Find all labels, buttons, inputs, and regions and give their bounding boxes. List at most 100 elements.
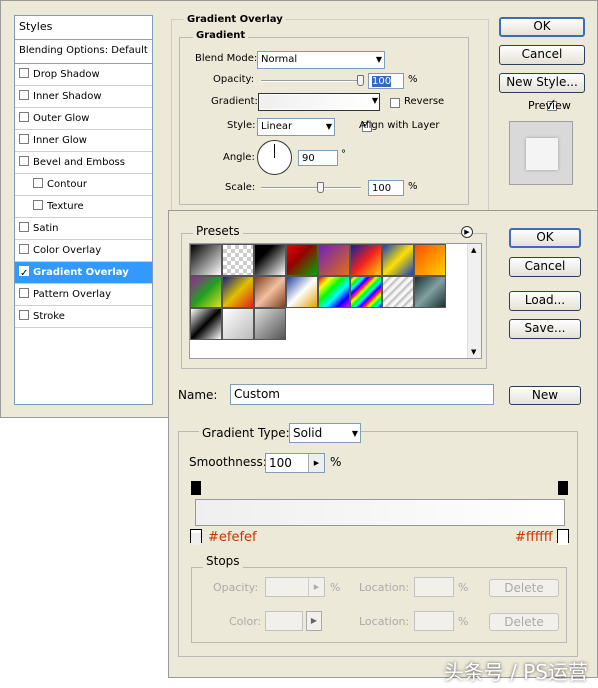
opacity-input[interactable]: 100 bbox=[368, 73, 404, 89]
right-color-stop-fill bbox=[558, 533, 568, 545]
style-checkbox[interactable] bbox=[19, 112, 29, 122]
preset-swatch[interactable] bbox=[190, 276, 222, 308]
gradient-type-label: Gradient Type: bbox=[199, 426, 293, 440]
right-color-stop[interactable] bbox=[557, 529, 569, 545]
blend-mode-select[interactable]: Normal ▼ bbox=[257, 51, 385, 69]
gradient-picker[interactable]: ▼ bbox=[258, 93, 380, 111]
style-item-inner-shadow[interactable]: Inner Shadow bbox=[15, 86, 152, 108]
left-opacity-stop[interactable] bbox=[191, 481, 201, 495]
stop-opacity-label: Opacity: bbox=[213, 581, 259, 594]
style-checkbox[interactable] bbox=[19, 310, 29, 320]
preset-swatch[interactable] bbox=[382, 276, 414, 308]
style-item-texture[interactable]: Texture bbox=[15, 196, 152, 218]
style-checkbox[interactable] bbox=[19, 288, 29, 298]
stop-color-menu-icon[interactable]: ▶ bbox=[306, 611, 322, 631]
preset-swatch[interactable] bbox=[222, 244, 254, 276]
style-checkbox[interactable] bbox=[19, 263, 29, 285]
save-button[interactable]: Save... bbox=[509, 319, 581, 339]
delete-color-stop-button[interactable]: Delete bbox=[489, 613, 559, 631]
style-checkbox[interactable] bbox=[19, 222, 29, 232]
style-item-drop-shadow[interactable]: Drop Shadow bbox=[15, 64, 152, 86]
style-item-stroke[interactable]: Stroke bbox=[15, 306, 152, 328]
preset-swatch[interactable] bbox=[414, 276, 446, 308]
preset-swatch[interactable] bbox=[382, 244, 414, 276]
style-item-label: Color Overlay bbox=[33, 245, 102, 256]
style-checkbox[interactable] bbox=[33, 200, 43, 210]
preset-swatch[interactable] bbox=[286, 244, 318, 276]
gradient-bar[interactable] bbox=[195, 499, 565, 526]
cancel-button[interactable]: Cancel bbox=[499, 45, 585, 65]
preset-swatch[interactable] bbox=[414, 244, 446, 276]
preset-swatch[interactable] bbox=[318, 244, 350, 276]
style-checkbox[interactable] bbox=[19, 134, 29, 144]
chevron-down-icon: ▼ bbox=[351, 429, 358, 438]
left-color-stop[interactable] bbox=[190, 529, 202, 545]
stop-opacity-location-input[interactable] bbox=[414, 577, 454, 597]
opacity-slider-track[interactable] bbox=[261, 80, 361, 82]
preset-swatch[interactable] bbox=[190, 308, 222, 340]
style-checkbox[interactable] bbox=[33, 178, 43, 188]
style-item-bevel-and-emboss[interactable]: Bevel and Emboss bbox=[15, 152, 152, 174]
stop-color-swatch[interactable] bbox=[265, 611, 303, 631]
left-color-stop-fill bbox=[191, 533, 201, 545]
ok-button[interactable]: OK bbox=[509, 228, 581, 248]
opacity-slider-thumb[interactable] bbox=[357, 75, 364, 86]
preset-swatch[interactable] bbox=[254, 308, 286, 340]
new-style-button[interactable]: New Style... bbox=[499, 73, 585, 93]
ok-button[interactable]: OK bbox=[499, 17, 585, 37]
preset-swatch[interactable] bbox=[350, 276, 382, 308]
preset-swatch[interactable] bbox=[318, 276, 350, 308]
cancel-button[interactable]: Cancel bbox=[509, 257, 581, 277]
style-checkbox[interactable] bbox=[19, 244, 29, 254]
style-item-contour[interactable]: Contour bbox=[15, 174, 152, 196]
style-checkbox[interactable] bbox=[19, 68, 29, 78]
style-item-pattern-overlay[interactable]: Pattern Overlay bbox=[15, 284, 152, 306]
delete-opacity-stop-button[interactable]: Delete bbox=[489, 579, 559, 597]
style-item-inner-glow[interactable]: Inner Glow bbox=[15, 130, 152, 152]
stop-color-location-input[interactable] bbox=[414, 611, 454, 631]
style-item-color-overlay[interactable]: Color Overlay bbox=[15, 240, 152, 262]
preset-swatch[interactable] bbox=[254, 276, 286, 308]
gradient-type-select[interactable]: Solid ▼ bbox=[289, 423, 361, 443]
scale-input[interactable]: 100 bbox=[368, 180, 404, 196]
angle-input[interactable]: 90 bbox=[298, 150, 338, 166]
name-input[interactable]: Custom bbox=[230, 384, 494, 405]
scroll-down-icon[interactable]: ▼ bbox=[471, 348, 476, 356]
load-button[interactable]: Load... bbox=[509, 291, 581, 311]
right-opacity-stop[interactable] bbox=[558, 481, 568, 495]
stop-opacity-stepper-icon[interactable]: ▶ bbox=[308, 578, 324, 596]
style-item-satin[interactable]: Satin bbox=[15, 218, 152, 240]
style-select[interactable]: Linear ▼ bbox=[257, 118, 335, 136]
scale-slider-track[interactable] bbox=[261, 187, 361, 189]
preset-swatch[interactable] bbox=[350, 244, 382, 276]
preset-swatch[interactable] bbox=[286, 276, 318, 308]
reverse-checkbox[interactable] bbox=[390, 98, 400, 108]
watermark: 头条号 / PS运营 bbox=[443, 660, 588, 684]
preset-swatch[interactable] bbox=[254, 244, 286, 276]
scale-slider-thumb[interactable] bbox=[317, 182, 324, 193]
gradient-group-title: Gradient bbox=[193, 30, 249, 41]
preset-swatch[interactable] bbox=[222, 308, 254, 340]
style-item-gradient-overlay[interactable]: Gradient Overlay bbox=[15, 262, 152, 285]
new-gradient-button[interactable]: New bbox=[509, 386, 581, 405]
presets-menu-icon[interactable]: ▶ bbox=[461, 226, 473, 238]
styles-list: Styles Blending Options: Default Drop Sh… bbox=[14, 15, 153, 405]
styles-header[interactable]: Styles bbox=[15, 16, 152, 40]
smoothness-stepper-icon[interactable]: ▶ bbox=[308, 454, 324, 472]
smoothness-label: Smoothness: bbox=[189, 455, 267, 469]
style-checkbox[interactable] bbox=[19, 90, 29, 100]
stop-opacity-input[interactable]: ▶ bbox=[265, 577, 325, 597]
chevron-down-icon[interactable]: ▼ bbox=[372, 96, 378, 105]
preset-swatch[interactable] bbox=[222, 276, 254, 308]
style-checkbox[interactable] bbox=[19, 156, 29, 166]
scroll-up-icon[interactable]: ▲ bbox=[471, 246, 476, 254]
style-item-label: Bevel and Emboss bbox=[33, 157, 125, 168]
presets-scrollbar[interactable]: ▲ ▼ bbox=[467, 244, 481, 358]
blending-options-item[interactable]: Blending Options: Default bbox=[15, 40, 152, 64]
left-stop-hex: #efefef bbox=[208, 530, 257, 545]
style-item-outer-glow[interactable]: Outer Glow bbox=[15, 108, 152, 130]
stops-label: Stops bbox=[203, 554, 243, 568]
angle-dial[interactable] bbox=[257, 140, 292, 175]
preset-swatch[interactable] bbox=[190, 244, 222, 276]
smoothness-input[interactable]: 100 ▶ bbox=[265, 453, 325, 473]
